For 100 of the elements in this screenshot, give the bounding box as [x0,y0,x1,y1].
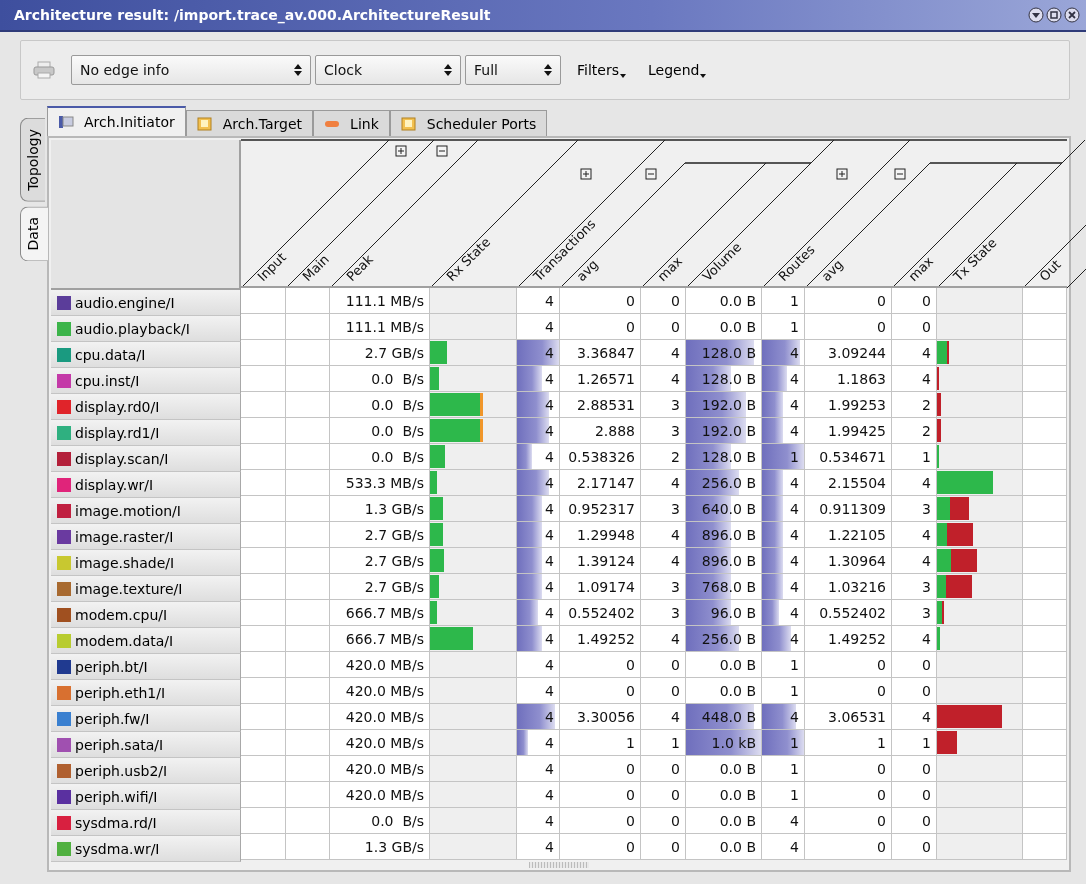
table-cell [286,340,330,366]
table-cell: 4 [892,704,937,730]
table-cell: 4 [892,470,937,496]
tab[interactable]: Arch.Target [185,110,314,136]
table-cell [286,418,330,444]
table-cell [1023,834,1067,860]
table-cell [286,444,330,470]
side-tab[interactable]: Data [20,205,48,262]
table-cell: 2.7 GB/s [330,340,430,366]
table-cell: 0.534671 [805,444,892,470]
minimize-icon[interactable] [1028,7,1044,23]
table-cell: 2 [641,444,686,470]
table-cell: 666.7 MB/s [330,626,430,652]
table-cell: 1.26571 [560,366,641,392]
table-cell: 896.0 B [686,522,762,548]
table-cell: 1 [762,756,805,782]
table-cell: 0.0 B [686,834,762,860]
table-cell [241,678,286,704]
table-cell [1023,808,1067,834]
table-cell: 0 [892,288,937,314]
table-cell: 1 [762,678,805,704]
table-cell: 4 [517,392,560,418]
table-cell [286,522,330,548]
menu-button[interactable]: Filters [571,62,632,78]
table-cell: 4 [762,600,805,626]
table-cell [241,444,286,470]
column-header[interactable]: avg [818,256,847,285]
row-header: periph.bt/I [51,654,241,680]
table-cell: 4 [517,340,560,366]
close-icon[interactable] [1064,7,1080,23]
tab[interactable]: Arch.Initiator [47,106,186,136]
collapse-icon[interactable] [894,168,906,180]
table-cell: 0 [641,834,686,860]
table-cell: 0 [560,834,641,860]
table-cell: 666.7 MB/s [330,600,430,626]
table-cell: 4 [762,418,805,444]
table-cell: 0 [641,314,686,340]
row-header: periph.fw/I [51,706,241,732]
collapse-icon[interactable] [436,145,448,157]
table-cell: 128.0 B [686,444,762,470]
table-cell: 1.49252 [560,626,641,652]
tab[interactable]: Scheduler Ports [389,110,548,136]
maximize-icon[interactable] [1046,7,1062,23]
table-cell: 0 [892,834,937,860]
table-cell: 192.0 B [686,392,762,418]
table-cell [286,288,330,314]
table-cell: 420.0 MB/s [330,730,430,756]
table-cell: 4 [517,470,560,496]
table-cell: 4 [892,626,937,652]
table-cell: 4 [517,782,560,808]
table-cell [241,652,286,678]
table-cell: 1 [641,730,686,756]
side-tab[interactable]: Topology [20,118,45,202]
flag-icon [58,115,74,129]
table-cell: 192.0 B [686,418,762,444]
menu-button[interactable]: Legend [641,62,713,78]
expand-icon[interactable] [395,145,407,157]
table-cell: 0 [641,782,686,808]
table-cell: 2.888 [560,418,641,444]
table-cell: 768.0 B [686,574,762,600]
table-cell: 420.0 MB/s [330,756,430,782]
table-cell: 0.911309 [805,496,892,522]
table-cell [241,340,286,366]
expand-icon[interactable] [580,168,592,180]
table-cell [241,392,286,418]
table-cell [286,470,330,496]
table-cell [241,548,286,574]
table-cell [286,782,330,808]
table-cell: 4 [517,366,560,392]
dropdown[interactable]: Clock [315,55,461,85]
expand-icon[interactable] [836,168,848,180]
table-cell: 0 [805,834,892,860]
table-cell: 4 [762,366,805,392]
table-cell [286,314,330,340]
collapse-icon[interactable] [645,168,657,180]
row-header: image.texture/I [51,576,241,602]
table-cell: 0 [892,314,937,340]
table-cell: 420.0 MB/s [330,678,430,704]
dropdown[interactable]: No edge info [71,55,311,85]
table-cell: 0 [892,808,937,834]
table-cell: 4 [762,340,805,366]
table-cell: 0 [560,808,641,834]
table-cell: 4 [517,652,560,678]
table-cell: 2.88531 [560,392,641,418]
table-cell: 2.17147 [560,470,641,496]
table-cell: 3 [641,600,686,626]
table-cell: 1.30964 [805,548,892,574]
row-header: display.wr/I [51,472,241,498]
table-cell: 1.09174 [560,574,641,600]
row-header: display.rd0/I [51,394,241,420]
table-cell: 1.99253 [805,392,892,418]
column-header[interactable]: Out [1036,256,1064,285]
resize-grip[interactable] [529,862,589,868]
row-header: image.motion/I [51,498,241,524]
tab[interactable]: Link [313,110,390,136]
table-cell: 1.22105 [805,522,892,548]
table-cell: 3.36847 [560,340,641,366]
table-cell: 4 [517,548,560,574]
dropdown[interactable]: Full [465,55,561,85]
table-cell: 4 [517,678,560,704]
